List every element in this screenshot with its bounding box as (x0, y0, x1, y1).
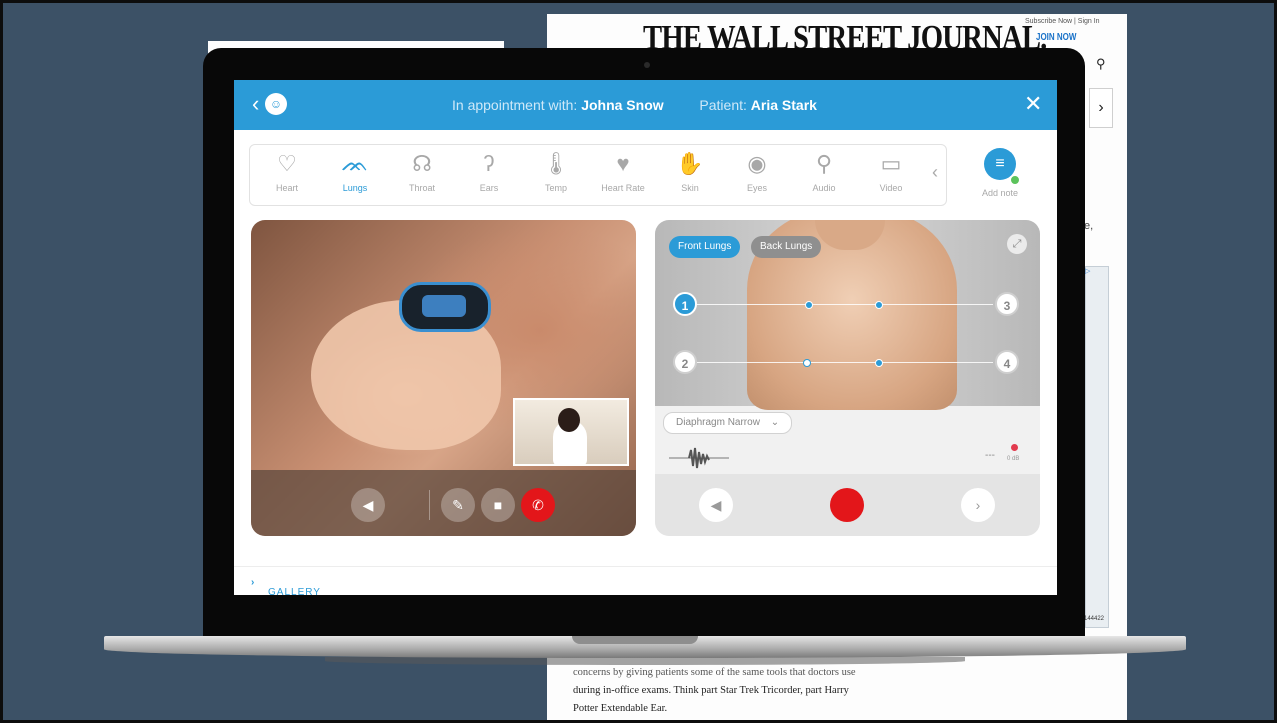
exam-device-image (399, 282, 491, 332)
tool-label: Audio (812, 183, 836, 193)
app-screen: ‹ ☺ In appointment with: Johna Snow Pati… (234, 80, 1057, 595)
doctor-head (558, 408, 580, 432)
note-status-dot (1010, 175, 1020, 185)
mic-level-icon (1011, 444, 1018, 451)
appointment-info: In appointment with: Johna Snow Patient:… (452, 97, 817, 113)
lungs-icon: ᨏ (341, 151, 369, 176)
exam-toolbar: ♡ Heart ᨏ Lungs ☊ Throat ʔ Ears 🌡 Temp ♥ Heart… (249, 144, 947, 206)
chevron-down-icon: ⌄ (770, 417, 780, 428)
tool-label: Video (879, 183, 903, 193)
heart-icon: ♡ (277, 151, 297, 176)
tool-heart[interactable]: ♡ Heart (258, 151, 316, 193)
point-2[interactable]: 2 (673, 350, 697, 374)
thermometer-icon: 🌡 (542, 151, 570, 176)
listening-spot (803, 359, 811, 367)
app-header: ‹ ☺ In appointment with: Johna Snow Pati… (234, 80, 1057, 130)
webcam-icon (644, 62, 650, 68)
close-icon[interactable]: ✕ (1024, 92, 1042, 116)
end-call-button[interactable]: ✆ (521, 488, 555, 522)
back-chevron-icon[interactable]: ‹ (252, 92, 259, 116)
point-4[interactable]: 4 (995, 350, 1019, 374)
doctor-pip-video[interactable] (513, 398, 629, 466)
controls-divider (429, 490, 430, 520)
tool-eyes[interactable]: ◉ Eyes (728, 151, 786, 193)
appointment-label: In appointment with: (452, 97, 578, 113)
app-logo-icon: ☺ (265, 93, 287, 115)
throat-icon: ☊ (412, 151, 432, 176)
tool-ears[interactable]: ʔ Ears (460, 151, 518, 193)
video-camera-icon: ▭ (880, 151, 902, 176)
tool-temp[interactable]: 🌡 Temp (527, 151, 585, 193)
tool-audio[interactable]: ⚲ Audio (795, 151, 853, 193)
tool-label: Skin (681, 183, 699, 193)
tool-throat[interactable]: ☊ Throat (393, 151, 451, 193)
newspaper-side-text: e, (1084, 220, 1094, 232)
subscribe-sign-in-links[interactable]: Subscribe Now | Sign In (1025, 18, 1100, 25)
ear-icon: ʔ (483, 151, 495, 176)
tab-front-lungs[interactable]: Front Lungs (669, 236, 741, 258)
audio-waveform (669, 447, 729, 469)
patient-label: Patient: (699, 97, 747, 113)
tool-video[interactable]: ▭ Video (862, 151, 920, 193)
gallery-bar: GALLERY › (234, 566, 1057, 595)
add-note-label: Add note (981, 188, 1019, 198)
newspaper-side-number: 144422 (1084, 616, 1105, 622)
eye-icon: ◉ (747, 151, 767, 176)
expand-icon[interactable]: ⤢ (1007, 234, 1027, 254)
microphone-button[interactable]: ✎ (441, 488, 475, 522)
newspaper-next-button[interactable]: › (1089, 88, 1113, 128)
point-guide-line (697, 362, 993, 363)
point-3[interactable]: 3 (995, 292, 1019, 316)
doctor-name: Johna Snow (581, 97, 664, 113)
gallery-link[interactable]: GALLERY › (251, 577, 320, 595)
newspaper-search-icon[interactable]: ⚲ (1096, 56, 1106, 72)
next-button[interactable]: › (961, 488, 995, 522)
mic-level-label: 0 dB (1007, 456, 1020, 462)
tool-lungs[interactable]: ᨏ Lungs (326, 151, 384, 193)
join-now-link[interactable]: JOIN NOW (1036, 32, 1076, 43)
filter-value: Diaphragm Narrow (676, 417, 760, 428)
point-1[interactable]: 1 (673, 292, 697, 316)
tool-label: Eyes (746, 183, 767, 193)
gallery-label: GALLERY (268, 587, 321, 595)
article-line: Potter Extendable Ear. (573, 703, 668, 714)
article-line: during in-office exams. Think part Star … (573, 685, 849, 696)
camera-toggle-button[interactable]: ■ (481, 488, 515, 522)
level-indicator: --- (985, 450, 995, 461)
listening-spot (805, 301, 813, 309)
tool-label: Ears (479, 183, 499, 193)
toolbar-scroll-left-icon[interactable]: ‹ (932, 162, 938, 183)
device-screen (422, 295, 466, 317)
tool-label: Heart Rate (601, 183, 645, 193)
lungs-exam-panel: Front Lungs Back Lungs ⤢ 1 2 3 4 Diaphra… (655, 220, 1040, 536)
speaker-button[interactable]: ◀ (699, 488, 733, 522)
hand-icon: ✋ (676, 151, 704, 176)
stethoscope-icon: ⚲ (815, 151, 833, 176)
point-guide-line (697, 304, 993, 305)
tool-label: Throat (408, 183, 435, 193)
tool-label: Heart (275, 183, 298, 193)
record-button[interactable] (830, 488, 864, 522)
speaker-mute-button[interactable]: ◀ (351, 488, 385, 522)
filter-dropdown[interactable]: Diaphragm Narrow ⌄ (663, 412, 793, 434)
tool-label: Lungs (342, 183, 368, 193)
laptop-shadow (325, 657, 965, 665)
tool-label: Temp (544, 183, 567, 193)
chevron-right-icon: › (251, 577, 256, 588)
ad-choices-icon[interactable]: ▷ (1085, 267, 1090, 275)
tool-skin[interactable]: ✋ Skin (661, 151, 719, 193)
tab-back-lungs[interactable]: Back Lungs (751, 236, 822, 258)
article-line: concerns by giving patients some of the … (573, 667, 856, 678)
listening-spot (875, 301, 883, 309)
video-call-panel: ◀ ✎ ■ ✆ (251, 220, 636, 536)
patient-name: Aria Stark (750, 97, 817, 113)
newspaper-article-text: concerns by giving patients some of the … (573, 667, 933, 718)
tool-heart-rate[interactable]: ♥ Heart Rate (594, 151, 652, 193)
heart-rate-icon: ♥ (616, 151, 630, 176)
laptop-notch (572, 636, 698, 644)
listening-spot (875, 359, 883, 367)
newspaper-ad-banner (1085, 266, 1109, 628)
